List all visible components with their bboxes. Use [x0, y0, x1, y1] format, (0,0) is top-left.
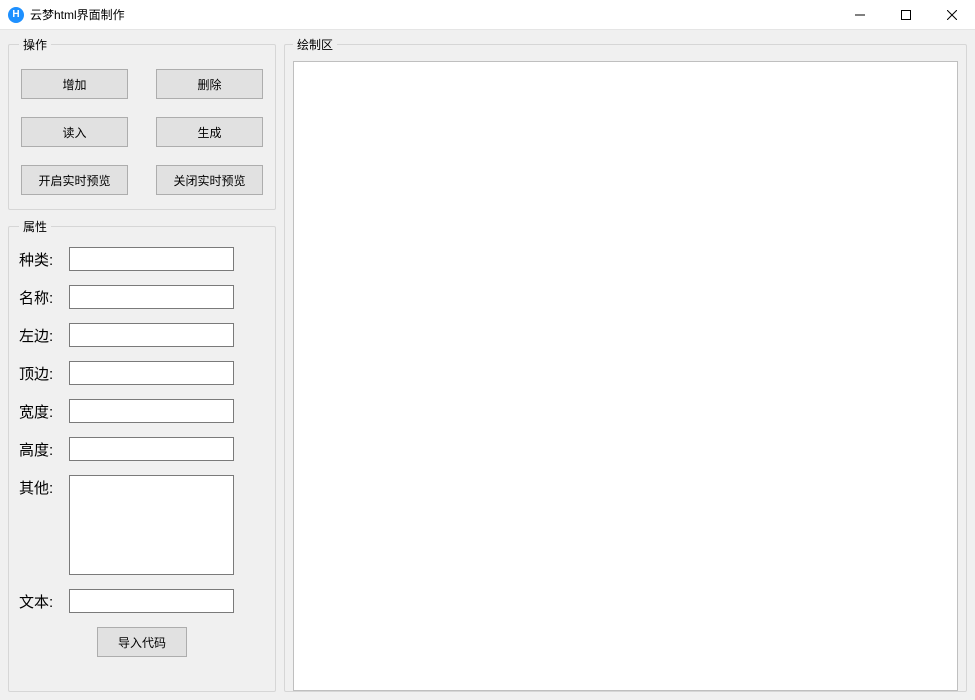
width-field[interactable]: [69, 399, 234, 423]
import-row: 导入代码: [19, 627, 265, 657]
prop-row-left: 左边:: [19, 323, 265, 347]
add-button[interactable]: 增加: [21, 69, 128, 99]
titlebar: H 云梦html界面制作: [0, 0, 975, 30]
operations-legend: 操作: [19, 36, 51, 53]
label-height: 高度:: [19, 437, 69, 460]
generate-button[interactable]: 生成: [156, 117, 263, 147]
delete-button[interactable]: 删除: [156, 69, 263, 99]
top-field[interactable]: [69, 361, 234, 385]
right-panel: 绘制区: [284, 36, 967, 692]
close-button[interactable]: [929, 0, 975, 30]
load-button[interactable]: 读入: [21, 117, 128, 147]
left-field[interactable]: [69, 323, 234, 347]
label-width: 宽度:: [19, 399, 69, 422]
label-left: 左边:: [19, 323, 69, 346]
label-name: 名称:: [19, 285, 69, 308]
prop-row-width: 宽度:: [19, 399, 265, 423]
draw-legend: 绘制区: [293, 36, 337, 53]
label-type: 种类:: [19, 247, 69, 270]
prop-row-name: 名称:: [19, 285, 265, 309]
prop-row-text: 文本:: [19, 589, 265, 613]
client-area: 操作 增加 删除 读入 生成 开启实时预览 关闭实时预览 属性 种类: 名称: …: [0, 30, 975, 700]
start-preview-button[interactable]: 开启实时预览: [21, 165, 128, 195]
text-field[interactable]: [69, 589, 234, 613]
properties-legend: 属性: [19, 218, 51, 235]
label-other: 其他:: [19, 475, 69, 498]
type-field[interactable]: [69, 247, 234, 271]
maximize-button[interactable]: [883, 0, 929, 30]
draw-canvas[interactable]: [293, 61, 958, 691]
draw-group: 绘制区: [284, 36, 967, 692]
other-field[interactable]: [69, 475, 234, 575]
height-field[interactable]: [69, 437, 234, 461]
prop-row-height: 高度:: [19, 437, 265, 461]
prop-row-top: 顶边:: [19, 361, 265, 385]
page-title: 云梦html界面制作: [30, 6, 125, 23]
label-top: 顶边:: [19, 361, 69, 384]
left-panel: 操作 增加 删除 读入 生成 开启实时预览 关闭实时预览 属性 种类: 名称: …: [8, 36, 276, 692]
minimize-button[interactable]: [837, 0, 883, 30]
label-text: 文本:: [19, 589, 69, 612]
import-code-button[interactable]: 导入代码: [97, 627, 187, 657]
prop-row-type: 种类:: [19, 247, 265, 271]
operations-group: 操作 增加 删除 读入 生成 开启实时预览 关闭实时预览: [8, 36, 276, 210]
app-icon: H: [8, 7, 24, 23]
properties-group: 属性 种类: 名称: 左边: 顶边: 宽度: 高度:: [8, 218, 276, 692]
stop-preview-button[interactable]: 关闭实时预览: [156, 165, 263, 195]
window-controls: [837, 0, 975, 30]
operations-grid: 增加 删除 读入 生成 开启实时预览 关闭实时预览: [19, 65, 265, 199]
name-field[interactable]: [69, 285, 234, 309]
prop-row-other: 其他:: [19, 475, 265, 575]
